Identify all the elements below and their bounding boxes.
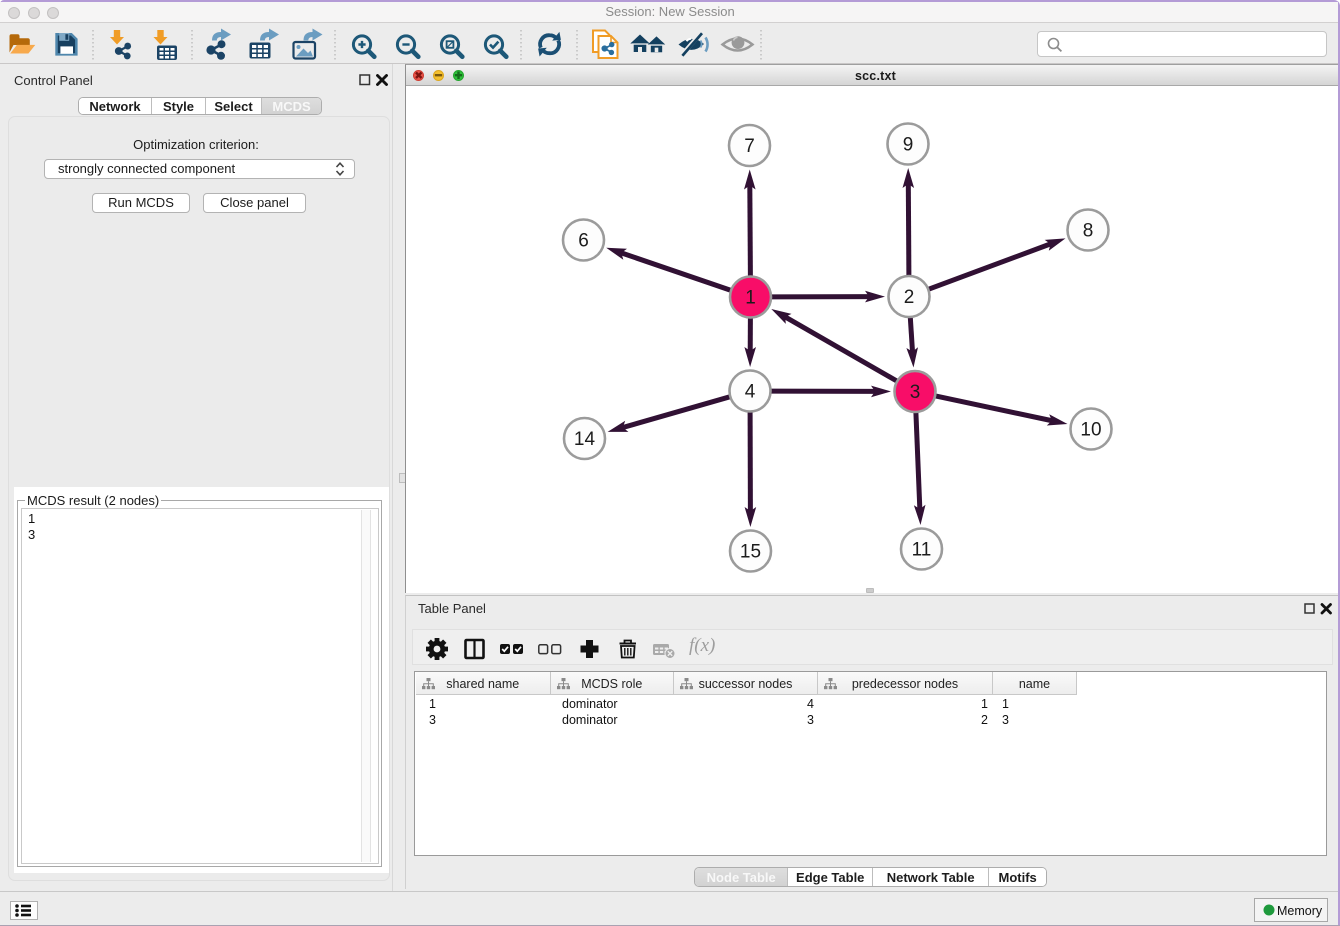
svg-text:10: 10 [1080,420,1101,441]
svg-text:2: 2 [904,287,915,308]
svg-text:7: 7 [744,136,755,157]
svg-text:4: 4 [745,382,756,403]
svg-text:3: 3 [910,382,921,403]
svg-text:6: 6 [578,231,589,252]
svg-text:9: 9 [903,135,914,156]
svg-text:15: 15 [740,542,761,563]
svg-text:14: 14 [574,429,596,450]
svg-text:8: 8 [1083,221,1094,242]
svg-text:1: 1 [745,288,756,309]
svg-text:11: 11 [912,540,932,561]
